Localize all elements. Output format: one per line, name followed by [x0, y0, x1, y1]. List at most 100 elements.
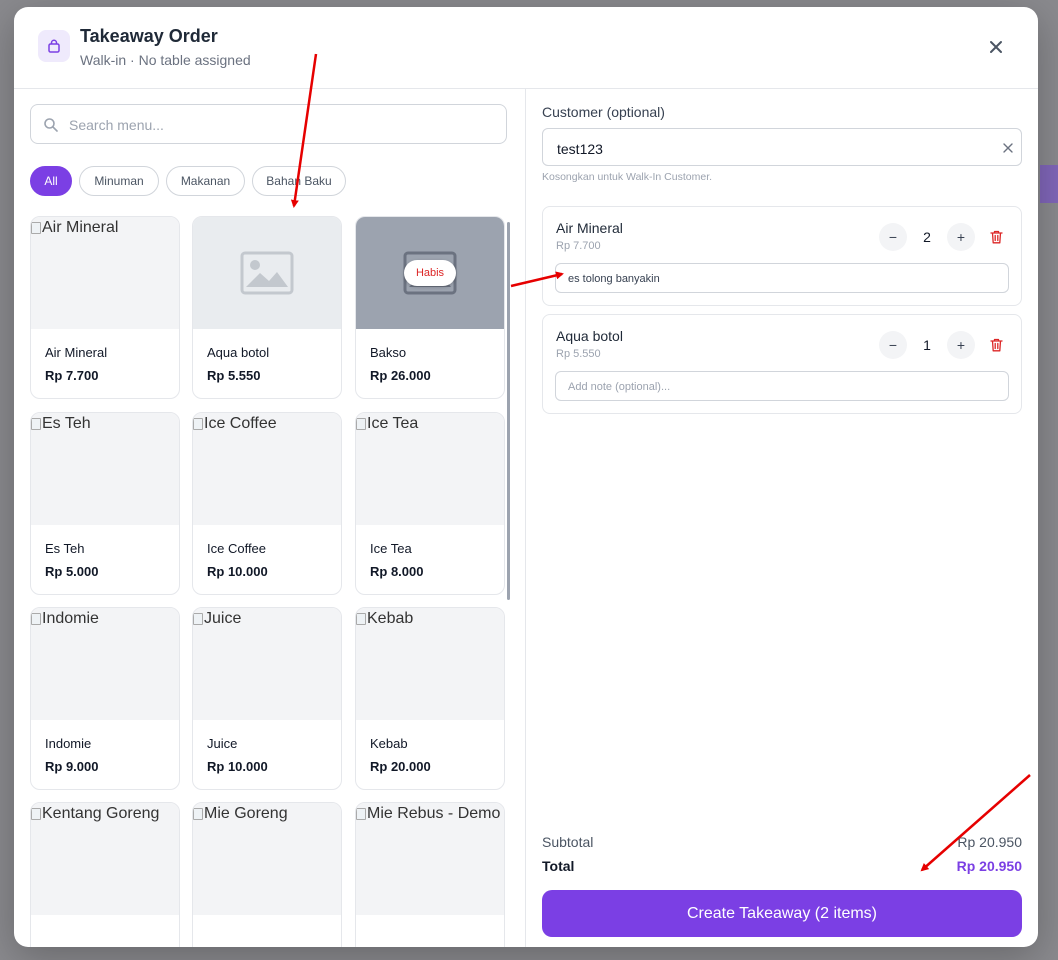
menu-item-price: Rp 20.000: [370, 759, 431, 774]
menu-item-name: Air Mineral: [45, 345, 108, 360]
image-alt-text: Mie Goreng: [204, 805, 288, 822]
image-alt-text: Mie Rebus - Demo: [367, 805, 501, 822]
broken-image-icon: [31, 613, 41, 625]
menu-scrollbar[interactable]: [507, 222, 510, 600]
item-note-input[interactable]: [566, 270, 1000, 288]
menu-card-aqua-botol[interactable]: Aqua botol Rp 5.550: [192, 216, 342, 399]
background-button-hint: [1040, 165, 1058, 203]
cart-item-aqua-botol: Aqua botol Rp 5.550 − 1 +: [542, 314, 1022, 414]
menu-item-name: Ice Tea: [370, 541, 412, 556]
broken-image-icon: [356, 808, 366, 820]
customer-label: Customer (optional): [542, 104, 665, 120]
menu-card-ice-coffee[interactable]: Ice Coffee Ice Coffee Rp 10.000: [192, 412, 342, 595]
image-alt-text: Indomie: [42, 610, 99, 627]
menu-card-mie-rebus-demo[interactable]: Mie Rebus - Demo: [355, 802, 505, 947]
menu-item-image: Indomie: [31, 608, 179, 720]
trash-icon: [989, 338, 1003, 352]
image-placeholder-icon: [240, 251, 294, 295]
menu-item-name: Aqua botol: [207, 345, 270, 360]
broken-image-icon: [31, 418, 41, 430]
cart-item-name: Aqua botol: [556, 328, 623, 344]
image-alt-text: Juice: [204, 610, 242, 627]
menu-item-image: Mie Goreng: [193, 803, 341, 915]
image-alt-text: Kentang Goreng: [42, 805, 160, 822]
category-minuman[interactable]: Minuman: [79, 166, 159, 196]
menu-item-price: Rp 26.000: [370, 368, 431, 383]
cart-item-qty: 2: [923, 229, 931, 245]
plus-icon: +: [956, 337, 966, 353]
category-makanan[interactable]: Makanan: [166, 166, 245, 196]
menu-item-image: Mie Rebus - Demo: [356, 803, 504, 915]
broken-image-icon: [193, 808, 203, 820]
image-alt-text: Kebab: [367, 610, 414, 627]
total-value: Rp 20.950: [956, 858, 1022, 874]
menu-item-name: Es Teh: [45, 541, 85, 556]
increase-qty-button[interactable]: +: [947, 331, 975, 359]
subtotal-value: Rp 20.950: [957, 834, 1022, 850]
menu-card-kentang-goreng[interactable]: Kentang Goreng: [30, 802, 180, 947]
subtotal-label: Subtotal: [542, 834, 594, 850]
menu-item-image: [193, 217, 341, 329]
menu-item-name: Juice: [207, 736, 238, 751]
cart-item-name: Air Mineral: [556, 220, 623, 236]
image-alt-text: Ice Coffee: [204, 415, 277, 432]
menu-pane: All Minuman Makanan Bahan Baku Air Miner…: [14, 89, 526, 947]
category-bahan-baku[interactable]: Bahan Baku: [252, 166, 346, 196]
plus-icon: +: [956, 229, 966, 245]
search-icon: [44, 118, 58, 132]
cart-item-price: Rp 5.550: [556, 348, 601, 360]
menu-card-kebab[interactable]: Kebab Kebab Rp 20.000: [355, 607, 505, 790]
menu-item-name: Kebab: [370, 736, 408, 751]
customer-field: [542, 128, 1022, 166]
increase-qty-button[interactable]: +: [947, 223, 975, 251]
decrease-qty-button[interactable]: −: [879, 223, 907, 251]
search-input[interactable]: [67, 113, 491, 137]
search-box: [30, 104, 507, 144]
menu-card-es-teh[interactable]: Es Teh Es Teh Rp 5.000: [30, 412, 180, 595]
image-alt-text: Air Mineral: [42, 219, 119, 236]
cart-item-price: Rp 7.700: [556, 240, 601, 252]
close-button[interactable]: [984, 35, 1008, 59]
modal-title: Takeaway Order: [80, 26, 218, 46]
broken-image-icon: [193, 418, 203, 430]
menu-item-image: Ice Tea: [356, 413, 504, 525]
menu-item-image: Kebab: [356, 608, 504, 720]
menu-item-image: Ice Coffee: [193, 413, 341, 525]
menu-item-image: Es Teh: [31, 413, 179, 525]
broken-image-icon: [31, 222, 41, 234]
menu-item-name: Bakso: [370, 345, 407, 360]
order-pane: Customer (optional) Kosongkan untuk Walk…: [526, 89, 1038, 947]
create-takeaway-button[interactable]: Create Takeaway (2 items): [542, 890, 1022, 937]
broken-image-icon: [356, 613, 366, 625]
item-note-field: [555, 263, 1009, 293]
clear-customer-button[interactable]: [999, 139, 1017, 157]
broken-image-icon: [356, 418, 366, 430]
customer-input[interactable]: [555, 137, 979, 161]
menu-item-image: Juice: [193, 608, 341, 720]
remove-item-button[interactable]: [987, 228, 1005, 246]
menu-card-air-mineral[interactable]: Air Mineral Air Mineral Rp 7.700: [30, 216, 180, 399]
cart-item-qty: 1: [923, 337, 931, 353]
decrease-qty-button[interactable]: −: [879, 331, 907, 359]
category-all[interactable]: All: [30, 166, 72, 196]
menu-item-image: Habis: [356, 217, 504, 329]
menu-card-mie-goreng[interactable]: Mie Goreng: [192, 802, 342, 947]
total-label: Total: [542, 858, 575, 874]
image-alt-text: Ice Tea: [367, 415, 419, 432]
menu-card-juice[interactable]: Juice Juice Rp 10.000: [192, 607, 342, 790]
item-note-input[interactable]: [566, 378, 1000, 396]
trash-icon: [989, 230, 1003, 244]
menu-card-ice-tea[interactable]: Ice Tea Ice Tea Rp 8.000: [355, 412, 505, 595]
menu-item-price: Rp 10.000: [207, 564, 268, 579]
remove-item-button[interactable]: [987, 336, 1005, 354]
menu-item-name: Ice Coffee: [207, 541, 267, 556]
takeaway-order-modal: Takeaway Order Walk-in · No table assign…: [14, 7, 1038, 947]
menu-card-bakso[interactable]: Habis Bakso Rp 26.000: [355, 216, 505, 399]
menu-item-price: Rp 8.000: [370, 564, 424, 579]
sold-out-badge: Habis: [404, 260, 456, 286]
customer-help-text: Kosongkan untuk Walk-In Customer.: [542, 171, 713, 183]
minus-icon: −: [888, 337, 898, 353]
menu-card-indomie[interactable]: Indomie Indomie Rp 9.000: [30, 607, 180, 790]
menu-item-price: Rp 7.700: [45, 368, 99, 383]
close-icon: [990, 41, 1002, 53]
